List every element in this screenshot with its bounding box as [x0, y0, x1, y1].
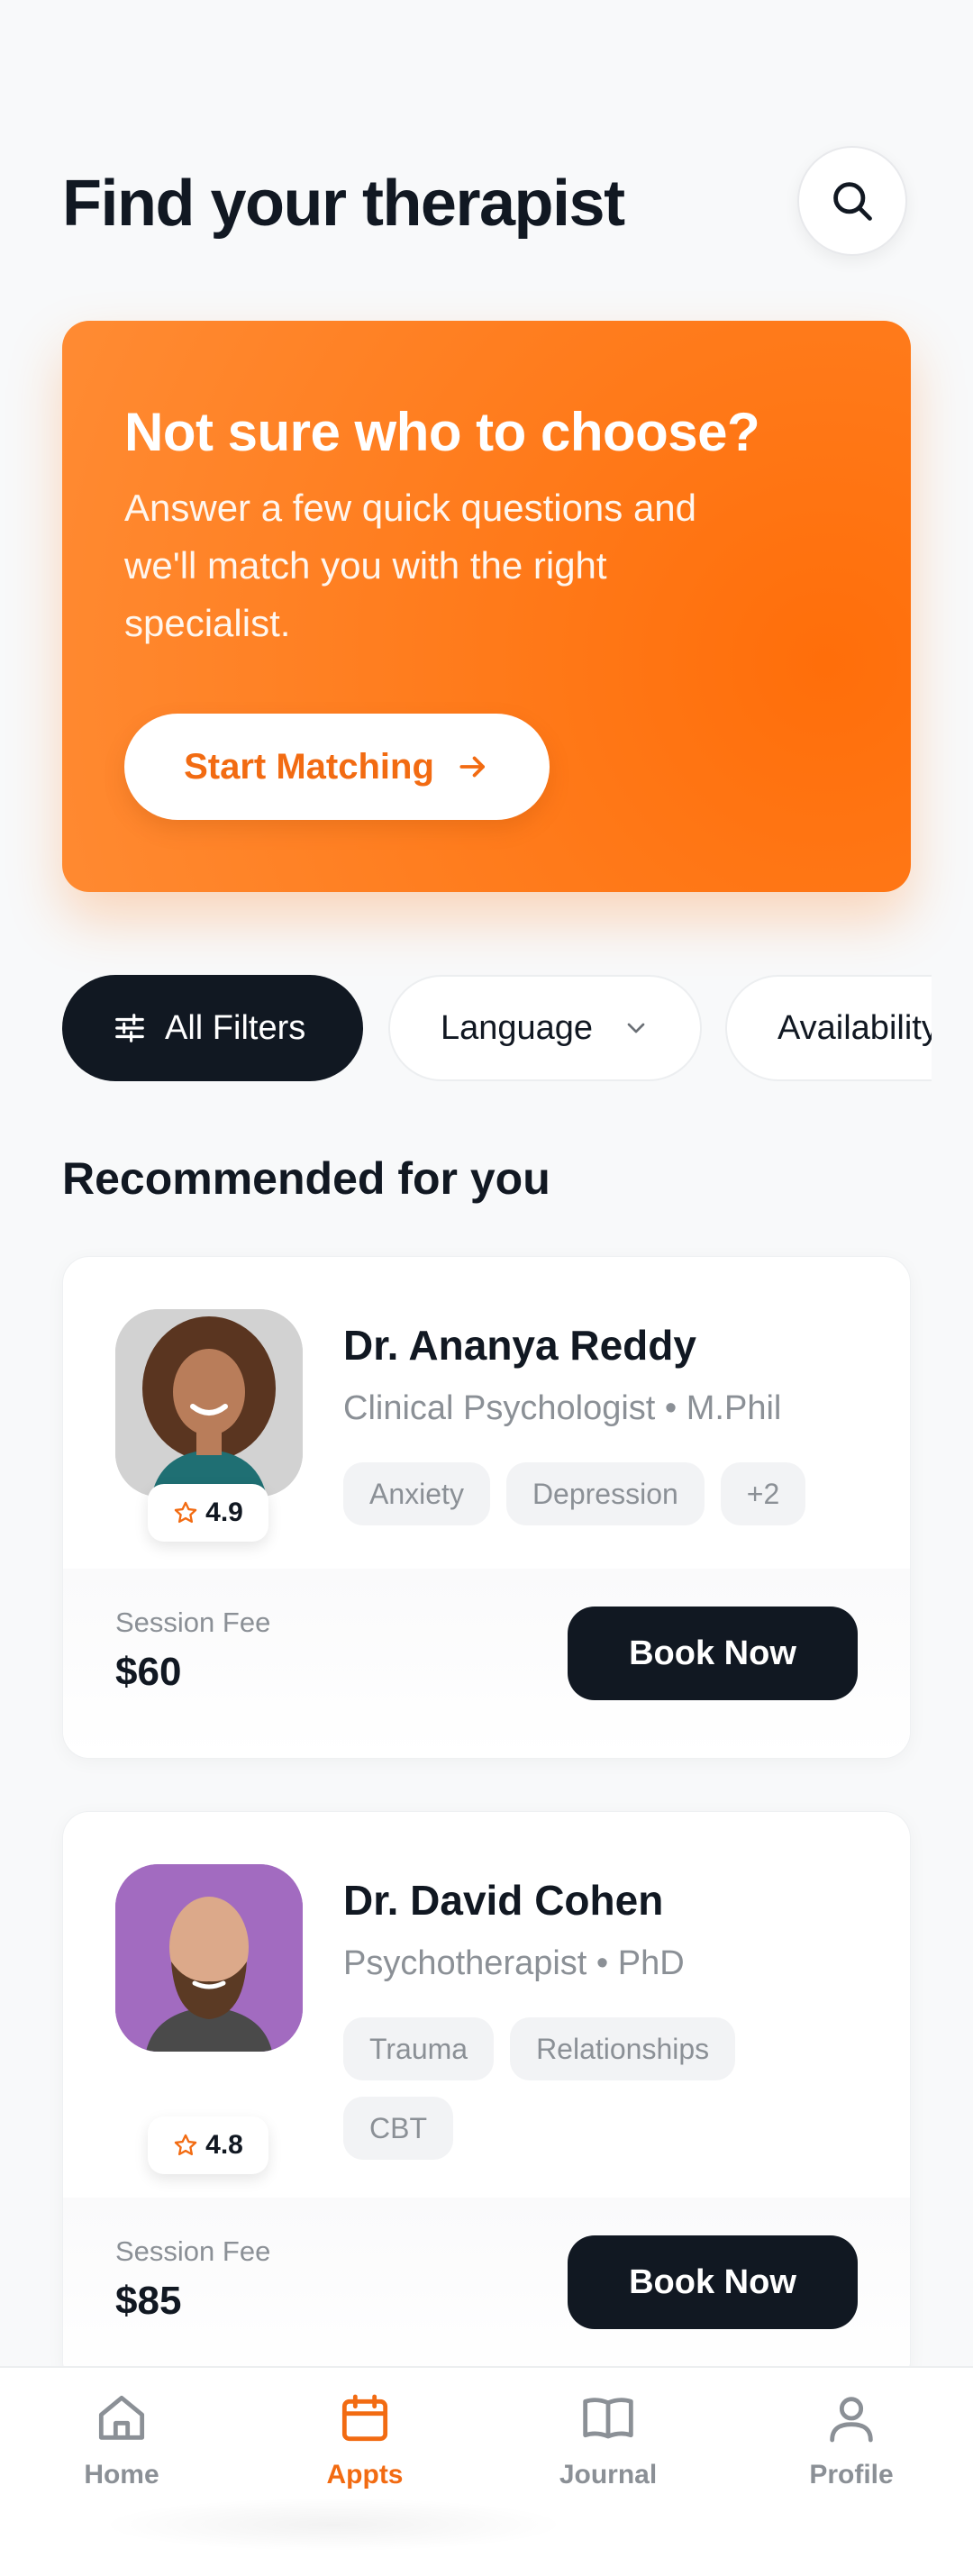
- all-filters-label: All Filters: [165, 1008, 306, 1047]
- availability-filter-chip[interactable]: Availability: [725, 975, 932, 1081]
- nav-label: Journal: [559, 2460, 658, 2490]
- rating-badge: 4.9: [148, 1484, 268, 1542]
- book-icon: [583, 2398, 633, 2439]
- start-matching-button[interactable]: Start Matching: [124, 714, 550, 820]
- matching-promo-card: Not sure who to choose? Answer a few qui…: [62, 321, 911, 892]
- availability-filter-label: Availability: [777, 1008, 932, 1047]
- therapist-name: Dr. David Cohen: [343, 1877, 664, 1924]
- rating-badge: 4.8: [148, 2116, 268, 2174]
- specialty-tag: Relationships: [510, 2017, 736, 2080]
- nav-item-journal[interactable]: Journal: [518, 2389, 698, 2490]
- avatar-portrait: [115, 1864, 303, 2052]
- book-now-button[interactable]: Book Now: [568, 2235, 858, 2329]
- sliders-icon: [115, 1014, 144, 1042]
- specialty-tag: Trauma: [343, 2017, 495, 2080]
- nav-item-appts[interactable]: Appts: [275, 2389, 455, 2490]
- search-button[interactable]: [797, 146, 907, 256]
- specialty-tags: Trauma Relationships CBT: [343, 2017, 848, 2160]
- home-indicator: [99, 2498, 568, 2552]
- star-icon: [174, 1501, 197, 1524]
- page-title: Find your therapist: [62, 168, 625, 240]
- promo-description: Answer a few quick questions and we'll m…: [124, 487, 697, 644]
- nav-label: Profile: [809, 2460, 894, 2490]
- filter-chips: All Filters Language Availability: [0, 975, 932, 1081]
- fee-value: $60: [115, 1650, 182, 1694]
- chevron-down-icon: [627, 1023, 645, 1033]
- promo-title: Not sure who to choose?: [124, 402, 760, 462]
- nav-item-home[interactable]: Home: [32, 2389, 212, 2490]
- specialty-tag: Anxiety: [343, 1462, 490, 1525]
- fee-label: Session Fee: [115, 1607, 271, 1638]
- home-icon: [98, 2395, 145, 2440]
- specialty-tags: Anxiety Depression +2: [343, 1462, 848, 1525]
- avatar-portrait: [115, 1309, 303, 1497]
- specialty-tag: CBT: [343, 2097, 453, 2160]
- therapist-avatar: [115, 1864, 303, 2052]
- calendar-icon: [341, 2394, 388, 2442]
- nav-label: Appts: [326, 2460, 404, 2490]
- search-icon: [833, 182, 872, 221]
- therapist-name: Dr. Ananya Reddy: [343, 1322, 696, 1369]
- therapist-credentials: Psychotherapist • PhD: [343, 1944, 685, 1982]
- language-filter-chip[interactable]: Language: [388, 975, 702, 1081]
- fee-value: $85: [115, 2279, 182, 2323]
- therapist-avatar: [115, 1309, 303, 1497]
- book-now-button[interactable]: Book Now: [568, 1607, 858, 1700]
- fee-row: Session Fee $60 Book Now: [63, 1569, 910, 1758]
- rating-value: 4.9: [205, 1497, 243, 1527]
- language-filter-label: Language: [441, 1008, 594, 1047]
- fee-label: Session Fee: [115, 2235, 271, 2267]
- therapist-credentials: Clinical Psychologist • M.Phil: [343, 1389, 782, 1427]
- rating-value: 4.8: [205, 2130, 243, 2160]
- star-icon: [174, 2134, 197, 2156]
- all-filters-chip[interactable]: All Filters: [62, 975, 363, 1081]
- user-icon: [830, 2397, 873, 2443]
- specialty-tag: Depression: [505, 1462, 705, 1525]
- fee-row: Session Fee $85 Book Now: [63, 2198, 910, 2387]
- therapist-card[interactable]: 4.8 Dr. David Cohen Psychotherapist • Ph…: [62, 1811, 911, 2388]
- more-tags-badge[interactable]: +2: [720, 1462, 806, 1525]
- start-matching-label: Start Matching: [184, 746, 434, 787]
- therapist-card[interactable]: 4.9 Dr. Ananya Reddy Clinical Psychologi…: [62, 1256, 911, 1759]
- section-title: Recommended for you: [62, 1153, 550, 1204]
- nav-item-profile[interactable]: Profile: [761, 2389, 941, 2490]
- arrow-right-icon: [459, 756, 485, 778]
- nav-label: Home: [84, 2460, 159, 2490]
